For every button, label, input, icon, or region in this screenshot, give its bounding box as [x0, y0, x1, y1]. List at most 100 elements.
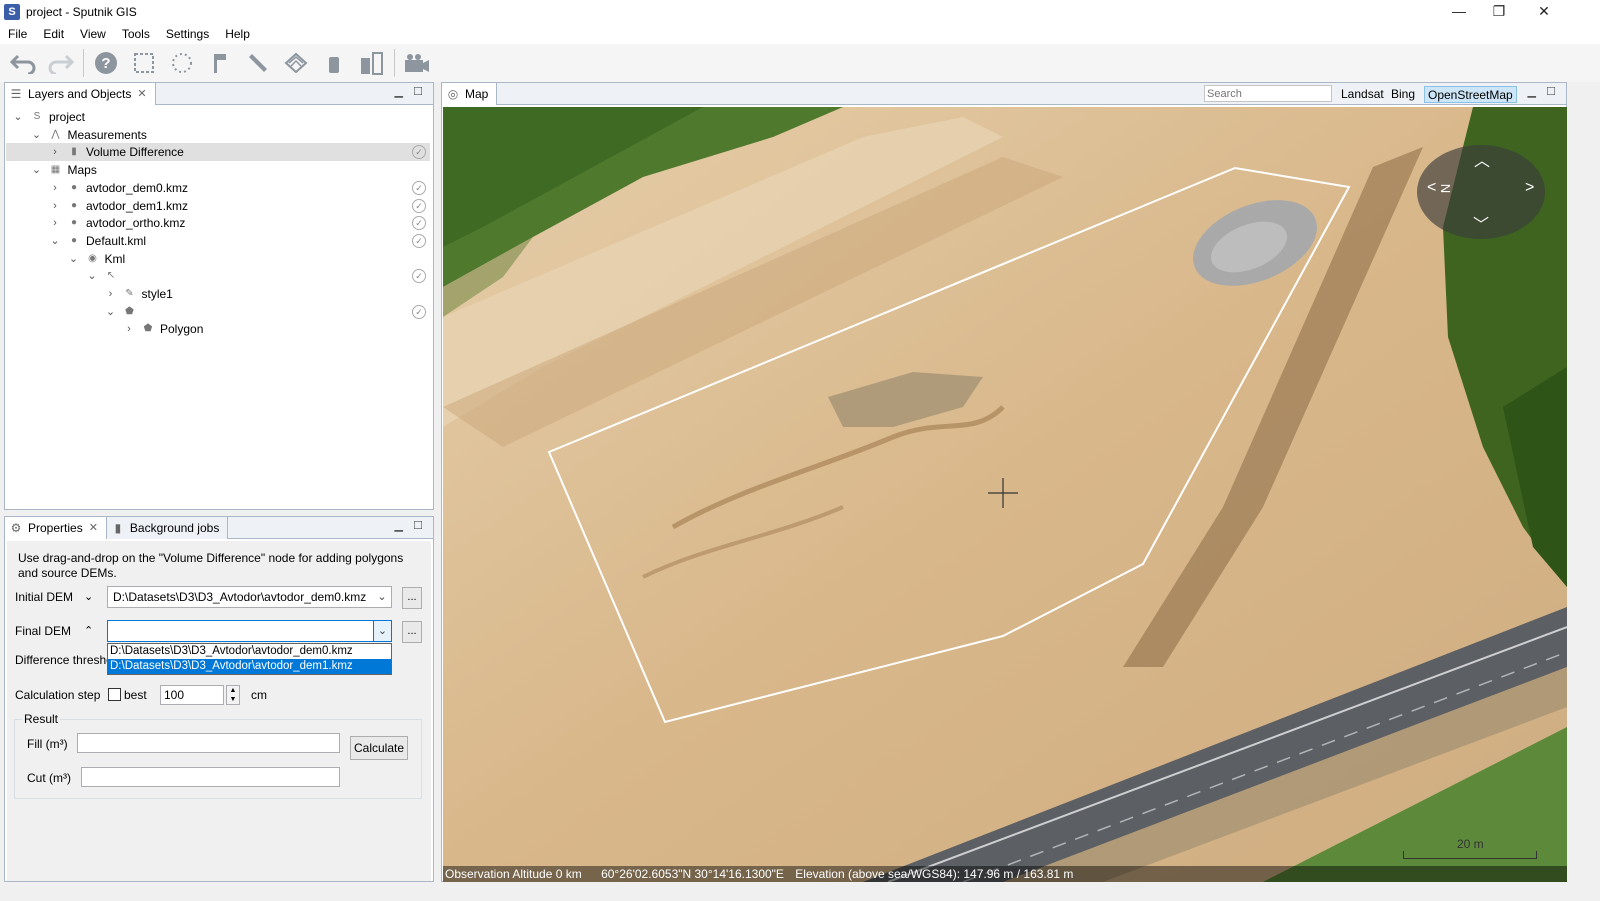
basemap-openstreetmap[interactable]: OpenStreetMap	[1424, 86, 1517, 103]
chevron-down-icon[interactable]: ⌄	[31, 161, 43, 179]
tree-node[interactable]: › ● avtodor_dem1.kmz ✓	[6, 197, 430, 215]
tree-node[interactable]: ⌄ ◉ Kml	[6, 250, 430, 268]
node-icon: ⋀	[51, 128, 60, 140]
tree-node[interactable]: › ⬟ Polygon	[6, 320, 430, 338]
bar-chart-icon: ▮	[114, 520, 122, 535]
map-panel: ◎ Map Landsat Bing OpenStreetMap ▁ ☐	[441, 82, 1567, 882]
pan-down-icon[interactable]: ﹀	[1473, 211, 1489, 235]
tree-node[interactable]: › ✎ style1	[6, 285, 430, 303]
chevron-right-icon[interactable]: ›	[49, 143, 61, 161]
tree-node[interactable]: ⌄ ⋀ Measurements	[6, 126, 430, 144]
tree-node[interactable]: › ● avtodor_dem0.kmz ✓	[6, 179, 430, 197]
tree-node[interactable]: ⌄ ● Default.kml ✓	[6, 232, 430, 250]
aerial-imagery	[443, 107, 1567, 882]
fill-field[interactable]	[77, 733, 340, 753]
select-rect-icon[interactable]	[129, 48, 159, 78]
pan-up-icon[interactable]: ︿	[1474, 147, 1490, 171]
menu-help[interactable]: Help	[217, 27, 258, 41]
elevation-readout: Elevation (above sea/WGS84): 147.96 m / …	[795, 867, 1074, 881]
polygon-icon[interactable]	[281, 48, 311, 78]
close-icon[interactable]: ✕	[89, 521, 98, 534]
browse-initial-dem-button[interactable]: ...	[402, 587, 422, 609]
volume-icon[interactable]	[357, 48, 387, 78]
menu-tools[interactable]: Tools	[114, 27, 158, 41]
chevron-down-icon[interactable]: ⌄	[49, 232, 61, 250]
node-icon: S	[33, 111, 41, 122]
step-spinner[interactable]: ▲ ▼	[226, 685, 240, 705]
chevron-right-icon[interactable]: ›	[123, 320, 135, 338]
chevron-down-icon[interactable]: ⌄	[84, 590, 93, 603]
chevron-right-icon[interactable]: ›	[49, 197, 61, 215]
pan-left-icon[interactable]: <	[1427, 179, 1436, 197]
ruler-icon[interactable]	[243, 48, 273, 78]
chevron-right-icon[interactable]: ›	[49, 214, 61, 232]
best-checkbox[interactable]	[108, 688, 121, 701]
tab-properties[interactable]: ⚙ Properties ✕	[5, 516, 107, 539]
visibility-icon[interactable]: ✓	[412, 233, 426, 248]
visibility-icon[interactable]: ✓	[412, 145, 426, 160]
basemap-landsat[interactable]: Landsat	[1338, 86, 1387, 103]
chevron-down-icon[interactable]: ⌄	[12, 108, 24, 126]
dropdown-option[interactable]: D:\Datasets\D3\D3_Avtodor\avtodor_dem0.k…	[108, 644, 391, 659]
maximize-panel-icon[interactable]: ☐	[413, 85, 423, 98]
map-search-input[interactable]	[1204, 85, 1332, 102]
browse-final-dem-button[interactable]: ...	[402, 621, 422, 643]
chevron-right-icon[interactable]: ›	[49, 179, 61, 197]
cut-field[interactable]	[81, 767, 340, 787]
visibility-icon[interactable]: ✓	[412, 216, 426, 231]
initial-dem-select[interactable]: D:\Datasets\D3\D3_Avtodor\avtodor_dem0.k…	[107, 586, 392, 608]
tree-node[interactable]: ⌄ ↖ ✓	[6, 267, 430, 285]
map-canvas[interactable]: ︿ ﹀ < > N 20 m Observation Altitude 0 km…	[443, 107, 1567, 882]
chevron-down-icon[interactable]: ⌄	[373, 587, 391, 607]
close-icon[interactable]: ✕	[137, 87, 146, 100]
camera-icon[interactable]	[402, 48, 432, 78]
visibility-icon[interactable]: ✓	[412, 304, 426, 319]
cylinder-icon[interactable]	[319, 48, 349, 78]
pan-right-icon[interactable]: >	[1525, 179, 1534, 197]
menu-settings[interactable]: Settings	[158, 27, 217, 41]
final-dem-dropdown: D:\Datasets\D3\D3_Avtodor\avtodor_dem0.k…	[107, 643, 392, 675]
visibility-icon[interactable]: ✓	[412, 269, 426, 284]
minimize-panel-icon[interactable]: ▁	[1528, 85, 1536, 98]
menu-edit[interactable]: Edit	[35, 27, 72, 41]
tab-map[interactable]: ◎ Map	[442, 82, 498, 105]
help-icon[interactable]: ?	[91, 48, 121, 78]
visibility-icon[interactable]: ✓	[412, 180, 426, 195]
toolbar-separator	[394, 49, 395, 77]
chevron-right-icon[interactable]: ›	[105, 285, 117, 303]
chevron-down-icon[interactable]: ⌄	[31, 126, 43, 144]
final-dem-select[interactable]: ⌄	[107, 620, 392, 642]
undo-icon[interactable]	[8, 48, 38, 78]
chevron-down-icon[interactable]: ⌄	[105, 303, 117, 321]
chevron-down-icon[interactable]: ⌄	[68, 250, 80, 268]
minimize-panel-icon[interactable]: ▁	[395, 519, 403, 532]
tree-node[interactable]: › ▮ Volume Difference ✓	[6, 143, 430, 162]
tab-layers-and-objects[interactable]: ☰ Layers and Objects ✕	[5, 82, 156, 105]
minimize-panel-icon[interactable]: ▁	[395, 85, 403, 98]
chevron-up-icon[interactable]: ⌃	[84, 624, 93, 637]
maximize-panel-icon[interactable]: ☐	[413, 519, 423, 532]
maximize-panel-icon[interactable]: ☐	[1546, 85, 1556, 98]
close-button[interactable]: ✕	[1521, 0, 1567, 24]
dropdown-option-selected[interactable]: D:\Datasets\D3\D3_Avtodor\avtodor_dem1.k…	[108, 659, 391, 674]
node-icon: ↖	[106, 270, 116, 282]
step-input[interactable]: 100	[160, 685, 224, 705]
basemap-bing[interactable]: Bing	[1388, 86, 1418, 103]
navigation-compass[interactable]: ︿ ﹀ < > N	[1417, 145, 1545, 239]
maximize-button[interactable]: ❐	[1476, 0, 1522, 24]
tree-node[interactable]: ⌄ Sproject	[6, 108, 430, 126]
visibility-icon[interactable]: ✓	[412, 198, 426, 213]
tree-node[interactable]: ⌄ ⬟ ✓	[6, 303, 430, 321]
tab-background-jobs[interactable]: ▮ Background jobs	[106, 516, 229, 539]
tree-node-label: project	[49, 110, 86, 124]
tree-node[interactable]: › ● avtodor_ortho.kmz ✓	[6, 214, 430, 232]
select-lasso-icon[interactable]	[167, 48, 197, 78]
chevron-down-icon[interactable]: ⌄	[373, 621, 391, 641]
menu-view[interactable]: View	[72, 27, 114, 41]
chevron-down-icon[interactable]: ⌄	[86, 267, 98, 285]
tree-node[interactable]: ⌄ ▦ Maps	[6, 161, 430, 179]
redo-icon[interactable]	[46, 48, 76, 78]
flag-icon[interactable]	[205, 48, 235, 78]
calculate-button[interactable]: Calculate	[350, 736, 408, 760]
menu-file[interactable]: File	[0, 27, 35, 41]
